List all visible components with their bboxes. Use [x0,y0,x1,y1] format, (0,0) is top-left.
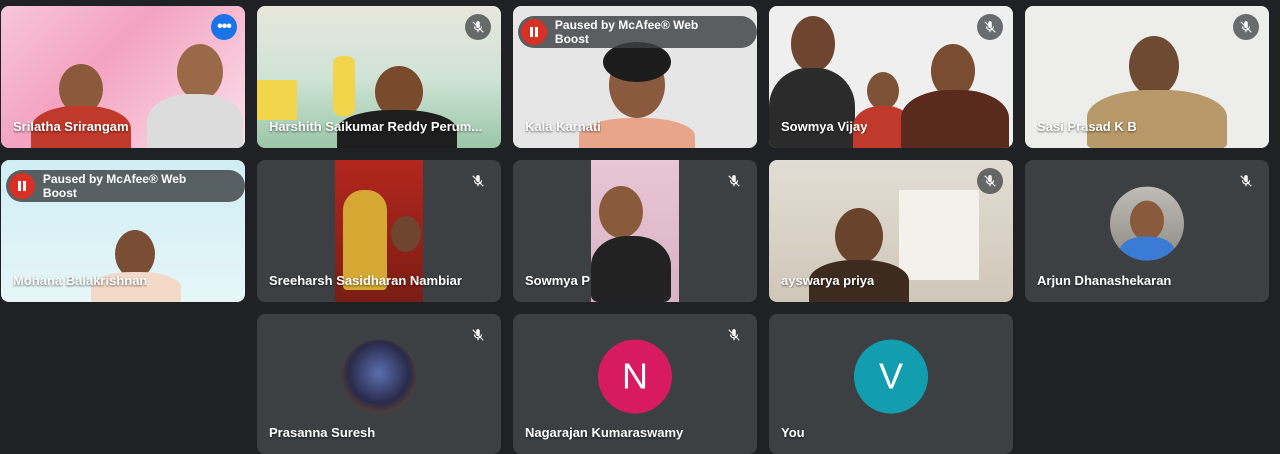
participant-name: Sowmya P [525,273,591,288]
participant-name: Mohana Balakrishnan [13,273,148,288]
participant-name: Arjun Dhanashekaran [1037,273,1172,288]
video-feed [591,160,679,302]
avatar-initial: V [878,355,903,397]
participant-name: Harshith Saikumar Reddy Perum... [269,119,483,134]
participant-tile-kala[interactable]: Paused by McAfee® Web Boost Kala Karnati [513,6,757,148]
participant-name: Sreeharsh Sasidharan Nambiar [269,273,462,288]
participant-tile-nagarajan[interactable]: N Nagarajan Kumaraswamy [513,314,757,454]
participant-name: ayswarya priya [781,273,875,288]
participant-name: Kala Karnati [525,119,601,134]
paused-banner: Paused by McAfee® Web Boost [6,170,245,202]
mic-off-icon [721,322,747,348]
avatar-initial: N [622,355,648,397]
paused-text: Paused by McAfee® Web Boost [554,18,699,46]
pause-icon[interactable] [9,173,35,199]
pause-icon[interactable] [521,19,547,45]
avatar: N [598,339,672,414]
avatar [342,339,416,414]
participant-tile-sowmya-vijay[interactable]: Sowmya Vijay [769,6,1013,148]
participant-name: Prasanna Suresh [269,425,376,440]
participant-tile-srilatha[interactable]: ••• Srilatha Srirangam [1,6,245,148]
participant-tile-you[interactable]: V You [769,314,1013,454]
participant-tile-sasi[interactable]: Sasi Prasad K B [1025,6,1269,148]
mic-off-icon [1233,14,1259,40]
avatar: V [854,339,928,414]
participant-name: You [781,425,805,440]
more-options-button[interactable]: ••• [211,14,237,40]
mic-off-icon [977,14,1003,40]
participant-tile-arjun[interactable]: Arjun Dhanashekaran [1025,160,1269,302]
participant-tile-sreeharsh[interactable]: Sreeharsh Sasidharan Nambiar [257,160,501,302]
participant-tile-harshith[interactable]: Harshith Saikumar Reddy Perum... [257,6,501,148]
participant-tile-sowmya-p[interactable]: Sowmya P [513,160,757,302]
mic-off-icon [721,168,747,194]
participant-tile-ayswarya[interactable]: ayswarya priya [769,160,1013,302]
paused-text: Paused by McAfee® Web Boost [42,172,187,200]
mic-off-icon [977,168,1003,194]
mic-off-icon [1233,168,1259,194]
participant-name: Sasi Prasad K B [1037,119,1137,134]
participant-name: Nagarajan Kumaraswamy [525,425,684,440]
participant-tile-mohana[interactable]: Paused by McAfee® Web Boost Mohana Balak… [1,160,245,302]
avatar [1110,186,1184,261]
mic-off-icon [465,322,491,348]
participant-tile-prasanna[interactable]: Prasanna Suresh [257,314,501,454]
mic-off-icon [465,168,491,194]
participant-name: Sowmya Vijay [781,119,868,134]
mic-off-icon [465,14,491,40]
paused-banner: Paused by McAfee® Web Boost [518,16,757,48]
participant-name: Srilatha Srirangam [13,119,129,134]
